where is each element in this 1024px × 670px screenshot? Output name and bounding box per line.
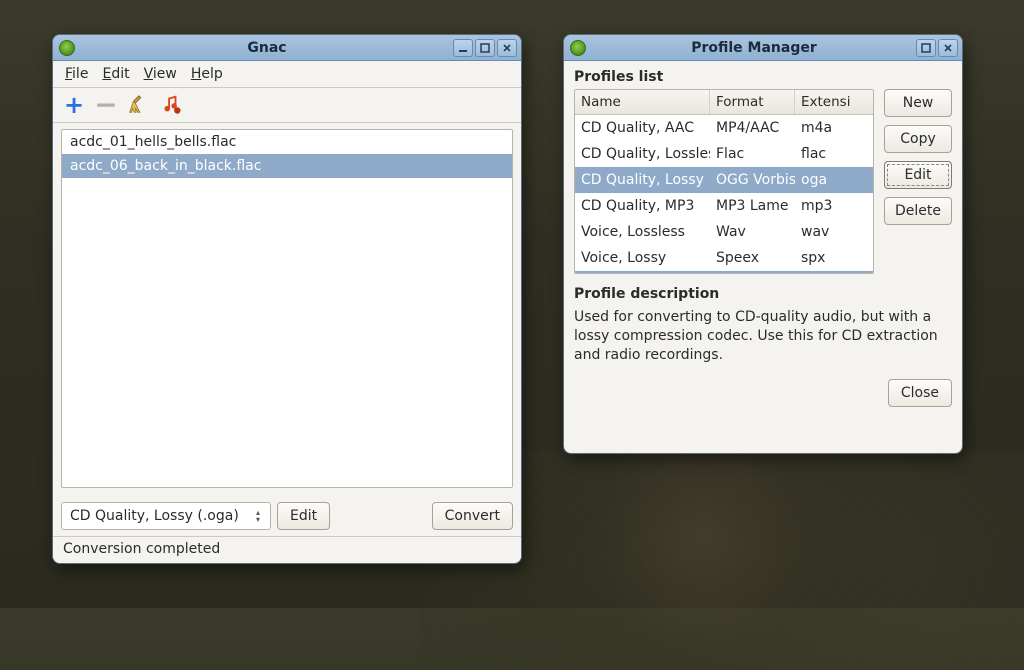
profile-combo[interactable]: CD Quality, Lossy (.oga) ▴▾ (61, 502, 271, 530)
menu-view[interactable]: View (138, 64, 183, 84)
copy-button[interactable]: Copy (884, 125, 952, 153)
cell-format: Wav (710, 219, 795, 245)
menu-file[interactable]: File (59, 64, 94, 84)
gnac-bottombar: CD Quality, Lossy (.oga) ▴▾ Edit Convert (53, 496, 521, 536)
col-format[interactable]: Format (710, 90, 795, 114)
file-row[interactable]: acdc_06_back_in_black.flac (62, 154, 512, 178)
profile-manager-window: Profile Manager Profiles list Name Forma… (563, 34, 963, 454)
table-row[interactable]: CD Quality, LosslessFlacflac (575, 141, 873, 167)
cell-ext: flac (795, 141, 850, 167)
gnac-title: Gnac (81, 40, 453, 56)
close-button[interactable] (497, 39, 517, 57)
pm-app-icon (570, 40, 586, 56)
table-header: Name Format Extensi (575, 90, 873, 115)
combo-spinner-icon: ▴▾ (250, 509, 266, 523)
delete-button[interactable]: Delete (884, 197, 952, 225)
profiles-list-label: Profiles list (574, 67, 874, 89)
gnac-window: Gnac File Edit View Help + − acdc_01_hel… (52, 34, 522, 564)
gnac-menubar: File Edit View Help (53, 61, 521, 88)
edit-button[interactable]: Edit (884, 161, 952, 189)
new-button[interactable]: New (884, 89, 952, 117)
cell-format: Speex (710, 245, 795, 271)
minimize-button[interactable] (453, 39, 473, 57)
col-ext[interactable]: Extensi (795, 90, 850, 114)
cell-format: MP3 Lame (710, 193, 795, 219)
gnac-app-icon (59, 40, 75, 56)
cell-name: CD Quality, MP3 (575, 193, 710, 219)
table-row[interactable]: CD Quality, LossyOGG Vorbisoga (575, 167, 873, 193)
file-list[interactable]: acdc_01_hells_bells.flacacdc_06_back_in_… (61, 129, 513, 488)
status-text: Conversion completed (53, 536, 521, 563)
cell-ext: mp3 (795, 193, 850, 219)
pm-title: Profile Manager (592, 40, 916, 56)
menu-edit[interactable]: Edit (96, 64, 135, 84)
file-row[interactable]: acdc_01_hells_bells.flac (62, 130, 512, 154)
col-name[interactable]: Name (575, 90, 710, 114)
close-button-dialog[interactable]: Close (888, 379, 952, 407)
profile-description-text: Used for converting to CD-quality audio,… (574, 306, 952, 365)
close-button[interactable] (938, 39, 958, 57)
table-row[interactable]: CD Quality, MP3MP3 Lamemp3 (575, 193, 873, 219)
edit-profile-button[interactable]: Edit (277, 502, 330, 530)
convert-icon[interactable] (159, 94, 181, 116)
remove-icon[interactable]: − (95, 94, 117, 116)
cell-format: Flac (710, 141, 795, 167)
clear-icon[interactable] (127, 94, 149, 116)
cell-ext: spx (795, 245, 850, 271)
cell-format: OGG Vorbis (710, 167, 795, 193)
gnac-titlebar[interactable]: Gnac (53, 35, 521, 61)
gnac-toolbar: + − (53, 88, 521, 123)
cell-ext: oga (795, 167, 850, 193)
cell-name: Voice, Lossy (575, 245, 710, 271)
convert-button[interactable]: Convert (432, 502, 513, 530)
table-row[interactable]: CD Quality, AACMP4/AACm4a (575, 115, 873, 141)
cell-ext: m4a (795, 115, 850, 141)
table-row[interactable]: Voice, LosslessWavwav (575, 219, 873, 245)
cell-name: CD Quality, Lossy (575, 167, 710, 193)
pm-titlebar[interactable]: Profile Manager (564, 35, 962, 61)
cell-name: Voice, Lossless (575, 219, 710, 245)
cell-name: CD Quality, AAC (575, 115, 710, 141)
menu-help[interactable]: Help (185, 64, 229, 84)
maximize-button[interactable] (475, 39, 495, 57)
profile-combo-value: CD Quality, Lossy (.oga) (70, 508, 239, 524)
profiles-table[interactable]: Name Format Extensi CD Quality, AACMP4/A… (574, 89, 874, 274)
table-row[interactable]: Voice, LossySpeexspx (575, 245, 873, 271)
cell-format: MP4/AAC (710, 115, 795, 141)
maximize-button[interactable] (916, 39, 936, 57)
add-icon[interactable]: + (63, 94, 85, 116)
cell-name: CD Quality, Lossless (575, 141, 710, 167)
profile-description-label: Profile description (574, 284, 952, 306)
cell-ext: wav (795, 219, 850, 245)
